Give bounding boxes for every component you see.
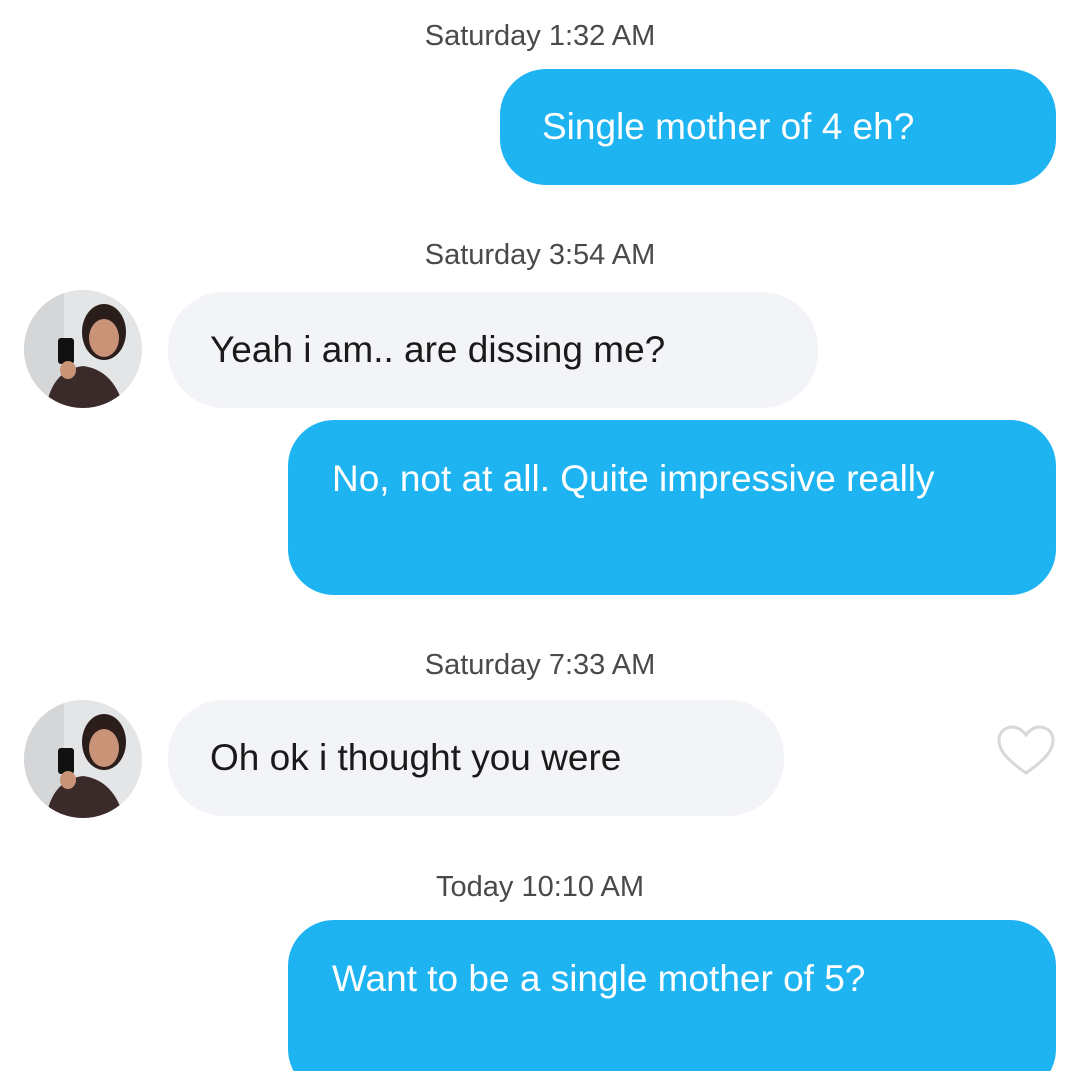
sent-message-bubble[interactable]: Want to be a single mother of 5? (288, 920, 1056, 1071)
heart-outline-icon[interactable] (996, 725, 1056, 777)
contact-avatar[interactable] (24, 290, 142, 408)
avatar-photo (24, 700, 142, 818)
sent-message-bubble[interactable]: No, not at all. Quite impressive really (288, 420, 1056, 595)
sent-message-bubble[interactable]: Single mother of 4 eh? (500, 69, 1056, 185)
avatar-photo (24, 290, 142, 408)
contact-avatar[interactable] (24, 700, 142, 818)
timestamp: Today 10:10 AM (436, 871, 644, 903)
timestamp: Saturday 1:32 AM (424, 20, 656, 52)
chat-thread: Saturday 1:32 AM Single mother of 4 eh? … (0, 0, 1080, 1071)
received-message-bubble[interactable]: Oh ok i thought you were (168, 700, 784, 816)
timestamp: Saturday 3:54 AM (424, 239, 656, 271)
timestamp: Saturday 7:33 AM (424, 649, 656, 681)
received-message-bubble[interactable]: Yeah i am.. are dissing me? (168, 292, 818, 408)
